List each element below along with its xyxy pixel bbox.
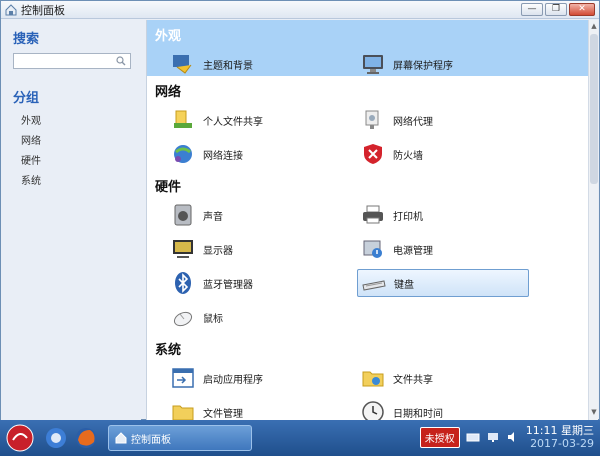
category-title: 系统 <box>155 343 182 358</box>
printer-icon <box>363 205 383 224</box>
screensaver-icon <box>363 55 383 74</box>
category-network: 网络 个人文件共享 网络代理 网络连接 防火墙 <box>147 76 589 171</box>
theme-icon <box>173 55 192 74</box>
item-label: 文件共享 <box>393 374 433 386</box>
search-field[interactable] <box>13 53 131 69</box>
search-input[interactable] <box>14 54 110 69</box>
start-icon <box>6 424 34 452</box>
item-startup-apps[interactable]: 启动应用程序 <box>167 361 339 395</box>
item-label: 日期和时间 <box>393 408 443 420</box>
group-heading: 分组 <box>13 91 40 106</box>
clock-date: 2017-03-29 <box>530 437 594 450</box>
clock-time: 11:11 星期三 <box>525 424 594 437</box>
sidebar-item-hardware[interactable]: 硬件 <box>13 152 129 167</box>
item-label: 网络连接 <box>203 150 243 162</box>
title-bar[interactable]: 控制面板 — ❐ ✕ <box>1 1 599 19</box>
category-system: 系统 启动应用程序 文件共享 文件管理 日期和时间 <box>147 334 589 420</box>
activation-badge[interactable]: 未授权 <box>419 426 460 448</box>
item-file-share[interactable]: 文件共享 <box>357 361 529 395</box>
firefox-icon[interactable] <box>74 426 98 450</box>
taskbar-item-control-panel[interactable]: 控制面板 <box>108 425 252 451</box>
system-tray: 未授权 11:11 星期三 2017-03-29 <box>419 424 594 450</box>
item-sound[interactable]: 声音 <box>167 198 339 232</box>
item-date-time[interactable]: 日期和时间 <box>357 395 529 420</box>
item-proxy[interactable]: 网络代理 <box>357 103 529 137</box>
firewall-icon <box>364 144 382 164</box>
window-title: 控制面板 <box>21 3 65 17</box>
item-mouse[interactable]: 鼠标 <box>167 300 339 334</box>
item-firewall[interactable]: 防火墙 <box>357 137 529 171</box>
vertical-scrollbar[interactable]: ▲ ▼ <box>588 20 598 420</box>
item-bluetooth[interactable]: 蓝牙管理器 <box>167 266 339 300</box>
keyboard-icon <box>362 280 386 291</box>
item-label: 电源管理 <box>393 245 433 257</box>
scroll-up-icon[interactable]: ▲ <box>590 22 598 32</box>
network-tray-icon[interactable] <box>486 431 500 443</box>
mouse-icon <box>173 311 193 327</box>
browser-icon[interactable] <box>44 426 68 450</box>
search-icon[interactable] <box>116 56 126 66</box>
sidebar: 搜索 分组 外观 网络 硬件 系统 <box>1 20 141 420</box>
power-icon <box>363 240 382 258</box>
category-title: 网络 <box>155 85 182 100</box>
item-label: 打印机 <box>393 211 423 223</box>
item-personal-share[interactable]: 个人文件共享 <box>167 103 339 137</box>
minimize-button[interactable]: — <box>521 3 543 16</box>
item-display[interactable]: 显示器 <box>167 232 339 266</box>
volume-icon[interactable] <box>506 431 520 443</box>
control-panel-icon <box>5 3 17 15</box>
keyboard-tray-icon[interactable] <box>466 431 480 443</box>
control-panel-icon <box>115 432 127 444</box>
sidebar-item-appearance[interactable]: 外观 <box>13 112 129 127</box>
item-network-connection[interactable]: 网络连接 <box>167 137 339 171</box>
network-connection-icon <box>174 145 192 163</box>
clock-icon <box>362 401 384 420</box>
category-hardware: 硬件 声音 打印机 显示器 电源管理 蓝牙管理器 键盘 鼠标 <box>147 171 589 334</box>
item-label: 文件管理 <box>203 408 243 420</box>
scrollbar-thumb[interactable] <box>590 34 598 184</box>
search-heading: 搜索 <box>13 32 40 47</box>
item-label: 显示器 <box>203 245 233 257</box>
start-button[interactable] <box>2 422 38 454</box>
item-label: 声音 <box>203 211 223 223</box>
item-keyboard[interactable]: 键盘 <box>357 269 529 297</box>
item-file-manager[interactable]: 文件管理 <box>167 395 339 420</box>
monitor-icon <box>173 240 193 258</box>
maximize-button[interactable]: ❐ <box>545 3 567 16</box>
item-label: 屏幕保护程序 <box>393 60 453 72</box>
sidebar-item-system[interactable]: 系统 <box>13 172 129 187</box>
window-controls: — ❐ ✕ <box>521 3 595 16</box>
content-panel: 外观 主题和背景 屏幕保护程序 网络 个人文件共享 网络代理 网络连接 防火墙 … <box>146 20 589 420</box>
item-label: 键盘 <box>394 279 414 291</box>
category-appearance: 外观 主题和背景 屏幕保护程序 <box>147 20 589 76</box>
startup-apps-icon <box>172 368 194 388</box>
category-title: 外观 <box>155 29 182 44</box>
item-label: 启动应用程序 <box>203 374 263 386</box>
category-title: 硬件 <box>155 180 182 195</box>
control-panel-window: 控制面板 — ❐ ✕ 搜索 分组 外观 网络 硬件 系统 外观 主题和背景 屏幕… <box>0 0 600 420</box>
item-label: 蓝牙管理器 <box>203 279 253 291</box>
item-label: 网络代理 <box>393 116 433 128</box>
taskbar-item-label: 控制面板 <box>131 434 171 446</box>
item-printer[interactable]: 打印机 <box>357 198 529 232</box>
proxy-icon <box>365 110 379 129</box>
sidebar-item-network[interactable]: 网络 <box>13 132 129 147</box>
close-button[interactable]: ✕ <box>569 3 595 16</box>
item-label: 主题和背景 <box>203 60 253 72</box>
personal-share-icon <box>174 110 192 128</box>
file-share-icon <box>362 371 384 387</box>
item-label: 个人文件共享 <box>203 116 263 128</box>
bluetooth-icon <box>175 272 191 294</box>
folder-icon <box>172 405 194 420</box>
item-power[interactable]: 电源管理 <box>357 232 529 266</box>
item-label: 防火墙 <box>393 150 423 162</box>
speaker-icon <box>174 204 192 226</box>
clock[interactable]: 11:11 星期三 2017-03-29 <box>526 424 594 450</box>
scroll-down-icon[interactable]: ▼ <box>590 408 598 418</box>
item-label: 鼠标 <box>203 313 223 325</box>
taskbar: 控制面板 未授权 11:11 星期三 2017-03-29 <box>0 420 600 456</box>
